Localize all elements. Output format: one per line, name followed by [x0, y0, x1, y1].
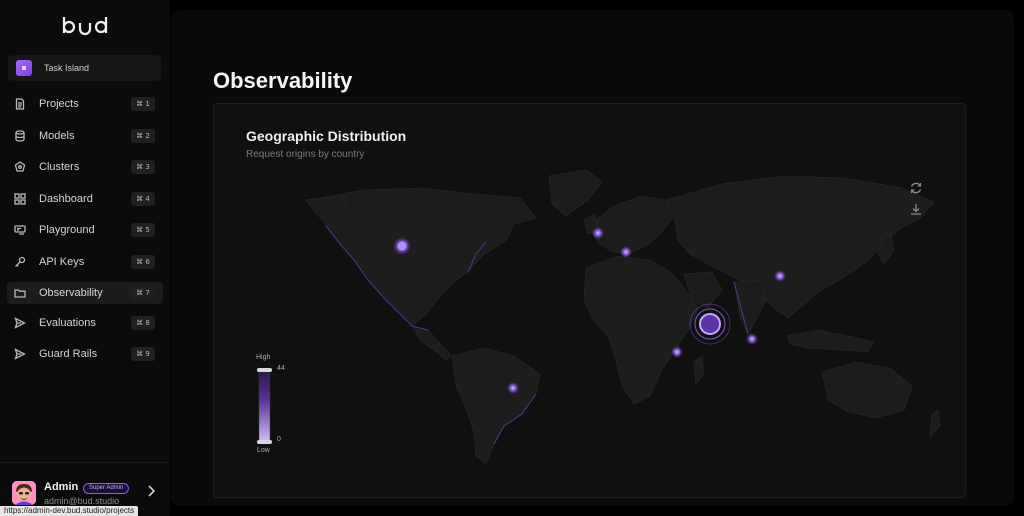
sidebar-item-observability[interactable]: Observability ⌘ 7 — [7, 281, 163, 304]
sidebar-item-label: Observability — [39, 286, 103, 299]
download-button[interactable] — [909, 202, 923, 216]
data-point-india-core[interactable] — [699, 313, 721, 335]
status-url: https://admin-dev.bud.studio/projects — [0, 506, 139, 516]
land-masses — [305, 169, 941, 465]
land-central-america — [411, 325, 453, 361]
sidebar-item-label: Clusters — [39, 161, 80, 173]
sidebar-item-dashboard[interactable]: Dashboard ⌘ 4 — [7, 188, 163, 210]
cluster-icon — [13, 160, 27, 174]
land-africa — [583, 255, 699, 405]
task-island-button[interactable]: Task Island — [8, 55, 161, 81]
sidebar-item-evaluations[interactable]: Evaluations ⌘ 8 — [7, 312, 163, 334]
download-icon — [911, 204, 921, 215]
sidebar-item-models[interactable]: Models ⌘ 2 — [7, 125, 163, 147]
sidebar-item-label: Guard Rails — [39, 348, 98, 360]
shortcut-badge: ⌘ 3 — [131, 160, 155, 174]
refresh-button[interactable] — [909, 181, 923, 195]
bud-logo[interactable] — [60, 14, 112, 38]
chevron-right-icon[interactable] — [145, 484, 157, 498]
shortcut-badge: ⌘ 8 — [131, 315, 155, 330]
legend-low-label: Low — [257, 447, 270, 454]
land-south-america — [451, 347, 541, 465]
sidebar-item-label: Playground — [39, 224, 95, 236]
folder-icon — [13, 286, 27, 300]
sidebar-item-playground[interactable]: Playground ⌘ 5 — [7, 219, 163, 241]
role-badge: Super Admin — [83, 483, 130, 494]
user-name: Admin — [44, 481, 79, 493]
shortcut-badge: ⌘ 5 — [131, 223, 155, 237]
sidebar-item-guard-rails[interactable]: Guard Rails ⌘ 9 — [7, 343, 163, 365]
task-island-label: Task Island — [44, 63, 90, 73]
shortcut-badge: ⌘ 6 — [131, 254, 155, 269]
sidebar-item-api-keys[interactable]: API Keys ⌘ 6 — [7, 251, 163, 273]
land-greenland — [548, 169, 603, 217]
geographic-distribution-card: Geographic Distribution Request origins … — [213, 103, 966, 498]
task-island-icon — [16, 60, 32, 76]
land-new-zealand — [929, 409, 941, 437]
data-point-us-west-core — [397, 241, 407, 251]
legend-max-value: 44 — [277, 365, 285, 372]
land-india — [733, 279, 767, 335]
file-icon — [13, 97, 27, 111]
page-title: Observability — [213, 68, 353, 93]
send-icon — [13, 316, 27, 330]
land-europe — [587, 195, 675, 255]
land-madagascar — [693, 355, 705, 385]
sidebar-item-label: Projects — [39, 98, 79, 110]
sidebar-item-label: Dashboard — [39, 192, 93, 205]
main-panel: Observability Geographic Distribution Re… — [171, 10, 1014, 506]
data-point-southeast-asia[interactable] — [746, 333, 758, 345]
data-point-europe[interactable] — [592, 227, 604, 239]
sidebar-item-label: Evaluations — [39, 316, 96, 329]
data-point-middle-east[interactable] — [620, 246, 632, 258]
grid-icon — [13, 192, 27, 206]
shortcut-badge: ⌘ 1 — [131, 97, 155, 111]
legend-bar — [257, 368, 272, 445]
data-point-east-africa[interactable] — [671, 346, 683, 358]
legend-high-label: High — [256, 354, 271, 361]
playground-icon — [13, 223, 27, 237]
sidebar: Task Island Projects ⌘ 1 Models ⌘ 2 Clus… — [0, 0, 170, 516]
sidebar-item-projects[interactable]: Projects ⌘ 1 — [7, 93, 163, 115]
sidebar-item-label: Models — [39, 129, 75, 142]
sidebar-nav: Projects ⌘ 1 Models ⌘ 2 Clusters ⌘ 3 Das… — [7, 93, 163, 365]
shortcut-badge: ⌘ 4 — [131, 191, 155, 206]
user-email: admin@bud.studio — [44, 496, 120, 506]
card-title: Geographic Distribution — [246, 128, 407, 144]
data-point-brazil[interactable] — [507, 382, 519, 394]
send-icon — [13, 347, 27, 361]
shortcut-badge: ⌘ 2 — [131, 128, 155, 143]
world-map[interactable] — [214, 104, 967, 499]
key-icon — [13, 255, 27, 269]
sidebar-item-label: API Keys — [39, 255, 85, 268]
refresh-icon — [910, 182, 922, 194]
database-icon — [13, 129, 27, 143]
shortcut-badge: ⌘ 9 — [131, 347, 155, 361]
avatar — [12, 481, 36, 505]
land-australia — [821, 361, 913, 419]
legend-min-value: 0 — [277, 436, 281, 443]
shortcut-badge: ⌘ 7 — [131, 285, 155, 300]
data-point-china[interactable] — [774, 270, 786, 282]
land-indonesia — [787, 329, 875, 353]
card-subtitle: Request origins by country — [246, 149, 365, 160]
sidebar-item-clusters[interactable]: Clusters ⌘ 3 — [7, 156, 163, 178]
